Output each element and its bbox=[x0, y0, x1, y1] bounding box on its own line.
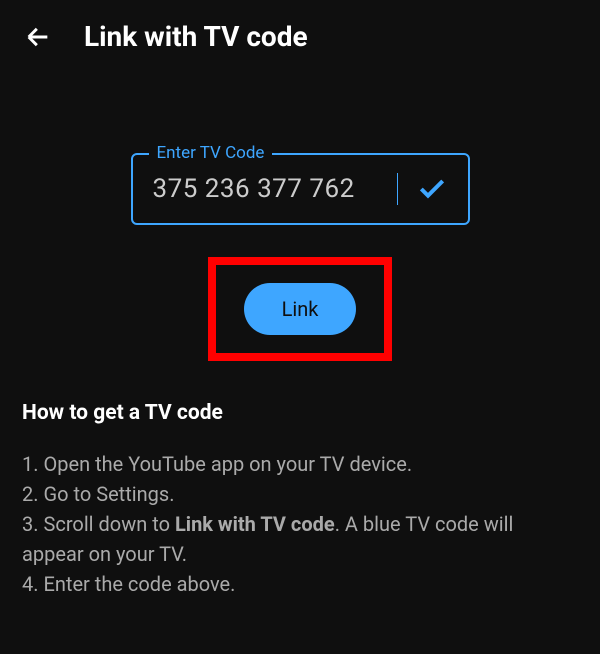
instructions-list: 1. Open the YouTube app on your TV devic… bbox=[22, 449, 578, 599]
instruction-step-2: 2. Go to Settings. bbox=[22, 479, 578, 509]
instruction-step-1: 1. Open the YouTube app on your TV devic… bbox=[22, 449, 578, 479]
instructions-title: How to get a TV code bbox=[22, 401, 578, 425]
instruction-step-4: 4. Enter the code above. bbox=[22, 569, 578, 599]
back-arrow-icon[interactable] bbox=[24, 23, 52, 51]
link-button[interactable]: Link bbox=[244, 283, 357, 335]
header: Link with TV code bbox=[0, 0, 600, 73]
annotation-highlight-box: Link bbox=[208, 257, 393, 361]
tv-code-input[interactable] bbox=[153, 174, 393, 204]
link-button-container: Link bbox=[0, 257, 600, 361]
code-input-label: Enter TV Code bbox=[149, 143, 273, 163]
page-title: Link with TV code bbox=[84, 20, 308, 53]
code-input-section: Enter TV Code bbox=[0, 153, 600, 225]
code-input-wrapper[interactable]: Enter TV Code bbox=[131, 153, 470, 225]
instructions-section: How to get a TV code 1. Open the YouTube… bbox=[0, 361, 600, 599]
instruction-step-3: 3. Scroll down to Link with TV code. A b… bbox=[22, 509, 578, 569]
checkmark-icon bbox=[416, 173, 448, 205]
text-cursor bbox=[397, 173, 398, 205]
